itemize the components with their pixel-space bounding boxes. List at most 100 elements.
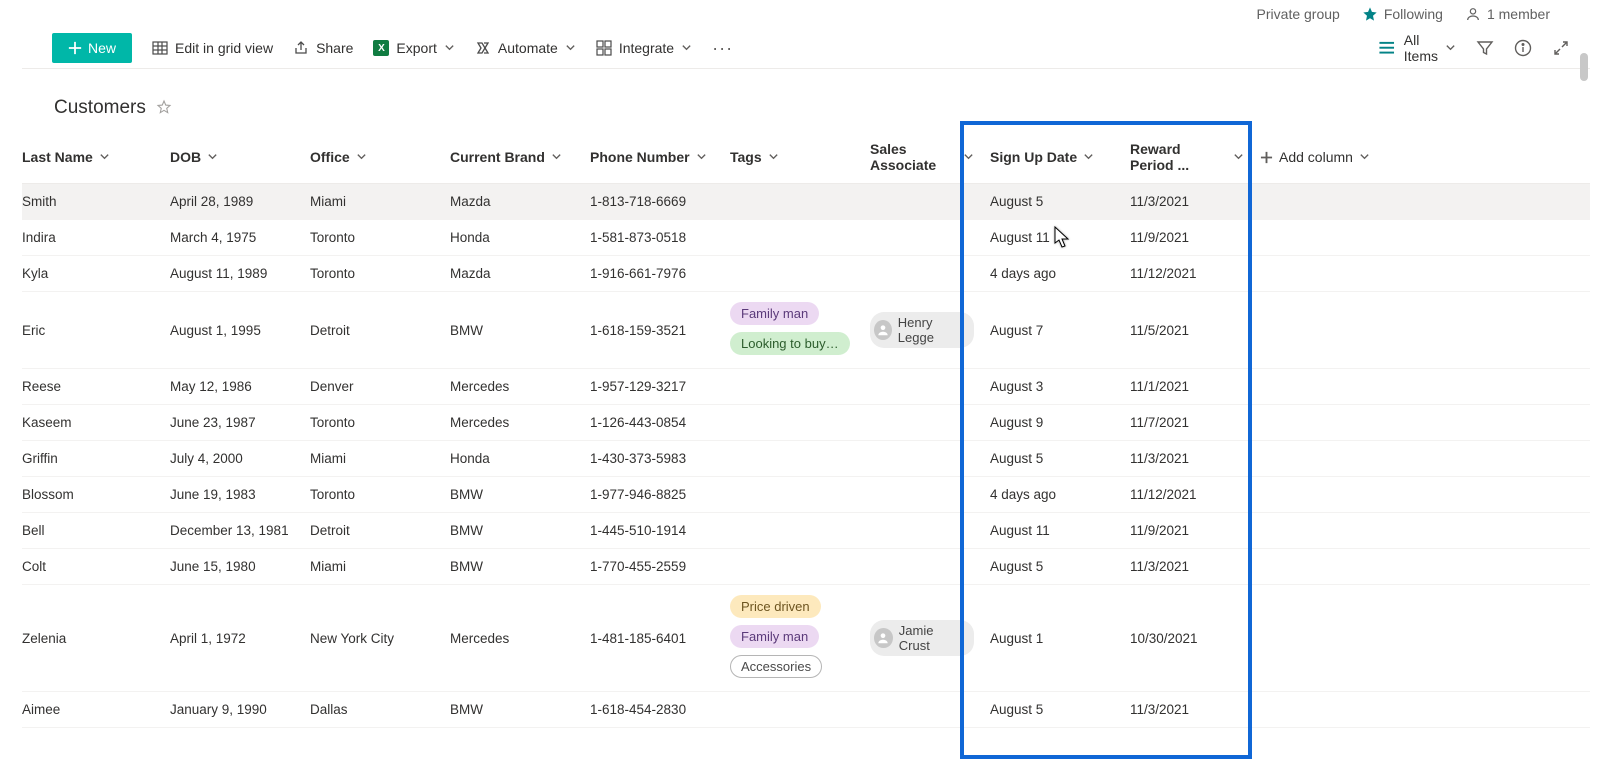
cell-phone[interactable]: 1-581-873-0518 bbox=[582, 220, 722, 255]
cell-sign-up-date[interactable]: 4 days ago bbox=[982, 477, 1122, 512]
filter-button[interactable] bbox=[1476, 39, 1494, 57]
cell-phone[interactable]: 1-430-373-5983 bbox=[582, 441, 722, 476]
col-header-phone[interactable]: Phone Number bbox=[582, 131, 722, 183]
cell-office[interactable]: Toronto bbox=[302, 256, 442, 291]
follow-toggle[interactable]: Following bbox=[1362, 6, 1443, 22]
table-row[interactable]: BellDecember 13, 1981DetroitBMW1-445-510… bbox=[22, 513, 1590, 549]
cell-brand[interactable]: BMW bbox=[442, 477, 582, 512]
cell-brand[interactable]: Mercedes bbox=[442, 405, 582, 440]
cell-last-name[interactable]: Kaseem bbox=[22, 405, 162, 440]
cell-dob[interactable]: August 11, 1989 bbox=[162, 256, 302, 291]
cell-sign-up-date[interactable]: August 5 bbox=[982, 549, 1122, 584]
view-switcher[interactable]: All Items bbox=[1377, 32, 1456, 64]
cell-sign-up-date[interactable]: August 5 bbox=[982, 441, 1122, 476]
table-row[interactable]: SmithApril 28, 1989MiamiMazda1-813-718-6… bbox=[22, 184, 1590, 220]
cell-office[interactable]: New York City bbox=[302, 585, 442, 691]
cell-sales-associate[interactable] bbox=[862, 441, 982, 476]
cell-brand[interactable]: Mazda bbox=[442, 256, 582, 291]
cell-sign-up-date[interactable]: August 5 bbox=[982, 184, 1122, 219]
col-header-dob[interactable]: DOB bbox=[162, 131, 302, 183]
tag-chip[interactable]: Family man bbox=[730, 625, 819, 648]
cell-office[interactable]: Miami bbox=[302, 184, 442, 219]
vertical-scrollbar[interactable] bbox=[1574, 48, 1590, 781]
cell-dob[interactable]: June 19, 1983 bbox=[162, 477, 302, 512]
cell-office[interactable]: Toronto bbox=[302, 220, 442, 255]
cell-reward-period[interactable]: 11/3/2021 bbox=[1122, 441, 1252, 476]
col-header-current-brand[interactable]: Current Brand bbox=[442, 131, 582, 183]
table-row[interactable]: BlossomJune 19, 1983TorontoBMW1-977-946-… bbox=[22, 477, 1590, 513]
cell-reward-period[interactable]: 11/12/2021 bbox=[1122, 477, 1252, 512]
cell-phone[interactable]: 1-618-454-2830 bbox=[582, 692, 722, 727]
cell-office[interactable]: Miami bbox=[302, 549, 442, 584]
cell-dob[interactable]: April 1, 1972 bbox=[162, 585, 302, 691]
cell-tags[interactable] bbox=[722, 477, 862, 512]
add-column-button[interactable]: Add column bbox=[1252, 131, 1412, 183]
cell-dob[interactable]: May 12, 1986 bbox=[162, 369, 302, 404]
cell-reward-period[interactable]: 11/9/2021 bbox=[1122, 513, 1252, 548]
new-button[interactable]: New bbox=[52, 33, 132, 63]
cell-brand[interactable]: Mercedes bbox=[442, 369, 582, 404]
cell-reward-period[interactable]: 11/1/2021 bbox=[1122, 369, 1252, 404]
cell-tags[interactable] bbox=[722, 513, 862, 548]
tag-chip[interactable]: Family man bbox=[730, 302, 819, 325]
cell-phone[interactable]: 1-618-159-3521 bbox=[582, 292, 722, 368]
table-row[interactable]: KylaAugust 11, 1989TorontoMazda1-916-661… bbox=[22, 256, 1590, 292]
cell-last-name[interactable]: Indira bbox=[22, 220, 162, 255]
favorite-list-button[interactable] bbox=[156, 99, 172, 118]
cell-tags[interactable] bbox=[722, 405, 862, 440]
cell-dob[interactable]: June 15, 1980 bbox=[162, 549, 302, 584]
cell-phone[interactable]: 1-126-443-0854 bbox=[582, 405, 722, 440]
cell-last-name[interactable]: Zelenia bbox=[22, 585, 162, 691]
cell-dob[interactable]: December 13, 1981 bbox=[162, 513, 302, 548]
cell-sales-associate[interactable] bbox=[862, 549, 982, 584]
cell-reward-period[interactable]: 11/5/2021 bbox=[1122, 292, 1252, 368]
cell-office[interactable]: Toronto bbox=[302, 477, 442, 512]
cell-sign-up-date[interactable]: August 5 bbox=[982, 692, 1122, 727]
table-row[interactable]: KaseemJune 23, 1987TorontoMercedes1-126-… bbox=[22, 405, 1590, 441]
members-count[interactable]: 1 member bbox=[1465, 6, 1550, 22]
cell-phone[interactable]: 1-770-455-2559 bbox=[582, 549, 722, 584]
cell-office[interactable]: Detroit bbox=[302, 292, 442, 368]
cell-office[interactable]: Denver bbox=[302, 369, 442, 404]
cell-sales-associate[interactable] bbox=[862, 256, 982, 291]
table-row[interactable]: ZeleniaApril 1, 1972New York CityMercede… bbox=[22, 585, 1590, 692]
cell-sales-associate[interactable] bbox=[862, 692, 982, 727]
cell-brand[interactable]: Honda bbox=[442, 441, 582, 476]
cell-phone[interactable]: 1-916-661-7976 bbox=[582, 256, 722, 291]
cell-reward-period[interactable]: 11/3/2021 bbox=[1122, 184, 1252, 219]
edit-grid-button[interactable]: Edit in grid view bbox=[152, 40, 273, 56]
cell-reward-period[interactable]: 11/3/2021 bbox=[1122, 692, 1252, 727]
cell-office[interactable]: Detroit bbox=[302, 513, 442, 548]
tag-chip[interactable]: Looking to buy s... bbox=[730, 332, 850, 355]
cell-brand[interactable]: Mazda bbox=[442, 184, 582, 219]
cell-last-name[interactable]: Griffin bbox=[22, 441, 162, 476]
cell-tags[interactable] bbox=[722, 184, 862, 219]
cell-office[interactable]: Toronto bbox=[302, 405, 442, 440]
cell-tags[interactable] bbox=[722, 220, 862, 255]
more-actions-button[interactable]: ··· bbox=[712, 38, 733, 59]
cell-tags[interactable]: Family man Looking to buy s... bbox=[722, 292, 862, 368]
cell-sign-up-date[interactable]: August 1 bbox=[982, 585, 1122, 691]
tag-chip[interactable]: Price driven bbox=[730, 595, 821, 618]
col-header-sales-associate[interactable]: Sales Associate bbox=[862, 131, 982, 183]
cell-brand[interactable]: BMW bbox=[442, 549, 582, 584]
cell-last-name[interactable]: Aimee bbox=[22, 692, 162, 727]
cell-sign-up-date[interactable]: August 3 bbox=[982, 369, 1122, 404]
cell-tags[interactable] bbox=[722, 256, 862, 291]
table-row[interactable]: GriffinJuly 4, 2000MiamiHonda1-430-373-5… bbox=[22, 441, 1590, 477]
cell-dob[interactable]: April 28, 1989 bbox=[162, 184, 302, 219]
cell-sign-up-date[interactable]: August 11 bbox=[982, 513, 1122, 548]
cell-tags[interactable] bbox=[722, 441, 862, 476]
cell-dob[interactable]: March 4, 1975 bbox=[162, 220, 302, 255]
table-row[interactable]: ColtJune 15, 1980MiamiBMW1-770-455-2559A… bbox=[22, 549, 1590, 585]
col-header-last-name[interactable]: Last Name bbox=[22, 131, 162, 183]
cell-last-name[interactable]: Eric bbox=[22, 292, 162, 368]
cell-brand[interactable]: BMW bbox=[442, 292, 582, 368]
cell-last-name[interactable]: Reese bbox=[22, 369, 162, 404]
col-header-reward-period[interactable]: Reward Period ... bbox=[1122, 131, 1252, 183]
cell-tags[interactable] bbox=[722, 549, 862, 584]
cell-last-name[interactable]: Bell bbox=[22, 513, 162, 548]
col-header-sign-up-date[interactable]: Sign Up Date bbox=[982, 131, 1122, 183]
cell-office[interactable]: Dallas bbox=[302, 692, 442, 727]
tag-chip[interactable]: Accessories bbox=[730, 655, 822, 678]
